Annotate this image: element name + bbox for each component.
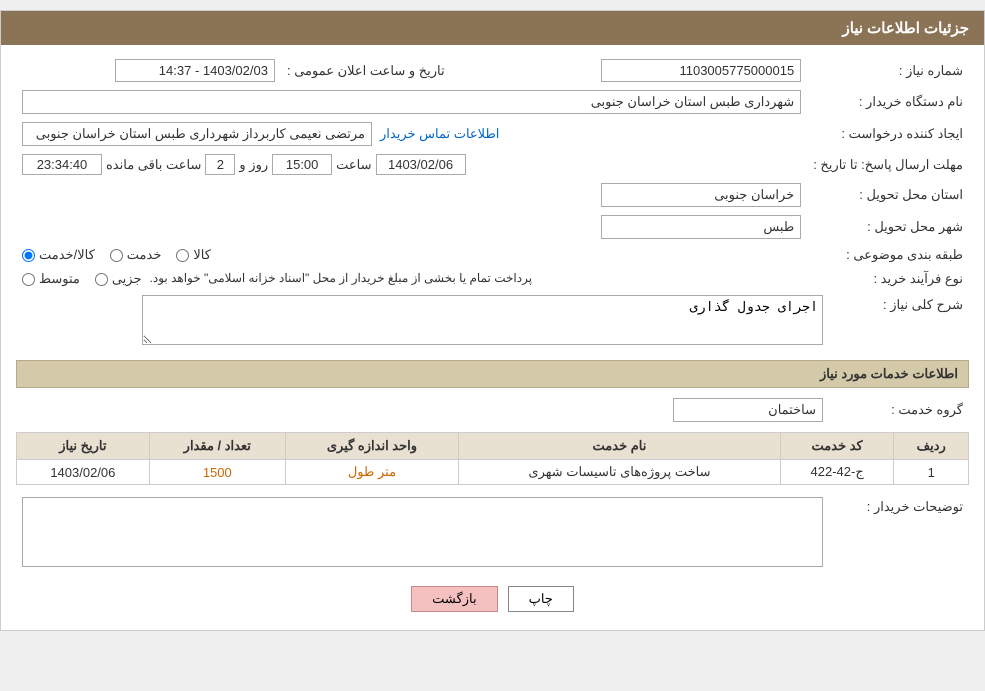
cell-radif: 1 — [894, 460, 969, 485]
rooz-label: روز و — [239, 157, 268, 173]
tosif-table: توضیحات خریدار : — [16, 493, 969, 574]
kala-khedmat-label: کالا/خدمت — [39, 247, 95, 263]
radio-kala[interactable]: کالا — [176, 247, 211, 263]
tarikh-ilan-value: 1403/02/03 - 14:37 — [115, 59, 275, 82]
shahr-cell: طبس — [16, 211, 807, 243]
kala-label: کالا — [193, 247, 211, 263]
ijad-konande-cell: مرتضی نعیمی کاربرداز شهرداری طبس استان خ… — [16, 118, 807, 150]
tosif-cell — [16, 493, 829, 574]
col-kod: کد خدمت — [780, 433, 894, 460]
content-area: شماره نیاز : 1103005775000015 تاریخ و سا… — [1, 45, 984, 630]
gorohe-cell: ساختمان — [16, 394, 829, 426]
shahr-label: شهر محل تحویل : — [807, 211, 969, 243]
shahr-value: طبس — [601, 215, 801, 239]
nooe-farayand-label: نوع فرآیند خرید : — [807, 267, 969, 291]
col-nam: نام خدمت — [459, 433, 781, 460]
jozyi-label: جزیی — [112, 271, 142, 287]
radio-motavasset-input[interactable] — [22, 273, 35, 286]
rooz-value: 2 — [205, 154, 235, 175]
tabaqe-label: طبقه بندی موضوعی : — [807, 243, 969, 267]
sharh-label: شرح کلی نیاز : — [829, 291, 969, 352]
col-radif: ردیف — [894, 433, 969, 460]
etelaat-link[interactable]: اطلاعات تماس خریدار — [380, 126, 499, 142]
page-header: جزئیات اطلاعات نیاز — [1, 11, 984, 45]
table-row: 1ج-42-422ساخت پروژه‌های تاسیسات شهریمتر … — [17, 460, 969, 485]
farayand-warning: پرداخت تمام یا بخشی از مبلغ خریدار از مح… — [150, 271, 533, 285]
radio-jozyi-input[interactable] — [95, 273, 108, 286]
radio-kala-khedmat[interactable]: کالا/خدمت — [22, 247, 95, 263]
baqi-value: 23:34:40 — [22, 154, 102, 175]
sharh-textarea[interactable]: اجرای جدول گذاری — [142, 295, 823, 345]
radio-khedmat[interactable]: خدمت — [110, 247, 162, 263]
nam-dastgah-value: شهرداری طبس استان خراسان جنوبی — [22, 90, 801, 114]
col-tarikh: تاریخ نیاز — [17, 433, 150, 460]
baqi-label: ساعت باقی مانده — [106, 157, 201, 173]
col-vahed: واحد اندازه گیری — [285, 433, 458, 460]
shomara-label: شماره نیاز : — [807, 55, 969, 86]
radio-jozyi[interactable]: جزیی — [95, 271, 142, 287]
ostan-label: استان محل تحویل : — [807, 179, 969, 211]
page-wrapper: جزئیات اطلاعات نیاز شماره نیاز : 1103005… — [0, 10, 985, 631]
tarikh-ilan-label: تاریخ و ساعت اعلان عمومی : — [281, 55, 451, 86]
gorohe-label: گروه خدمت : — [829, 394, 969, 426]
top-info-table: شماره نیاز : 1103005775000015 تاریخ و سا… — [16, 55, 969, 291]
khadamat-section-header: اطلاعات خدمات مورد نیاز — [16, 360, 969, 388]
print-button[interactable]: چاپ — [508, 586, 574, 612]
radio-motavasset[interactable]: متوسط — [22, 271, 80, 287]
sharh-table: شرح کلی نیاز : اجرای جدول گذاری document… — [16, 291, 969, 352]
back-button[interactable]: بازگشت — [411, 586, 497, 612]
tosif-textarea[interactable] — [22, 497, 823, 567]
cell-kod: ج-42-422 — [780, 460, 894, 485]
radio-kala-input[interactable] — [176, 249, 189, 262]
khedmat-label: خدمت — [127, 247, 162, 263]
services-table: ردیف کد خدمت نام خدمت واحد اندازه گیری ت… — [16, 432, 969, 485]
button-row: چاپ بازگشت — [16, 574, 969, 620]
gorohe-table: گروه خدمت : ساختمان — [16, 394, 969, 426]
radio-kala-khedmat-input[interactable] — [22, 249, 35, 262]
nam-dastgah-cell: شهرداری طبس استان خراسان جنوبی — [16, 86, 807, 118]
mohlat-label: مهلت ارسال پاسخ: تا تاریخ : — [807, 150, 969, 179]
sharh-cell: اجرای جدول گذاری document.querySelector(… — [16, 291, 829, 352]
cell-vahed: متر طول — [285, 460, 458, 485]
nam-dastgah-label: نام دستگاه خریدار : — [807, 86, 969, 118]
saat-value: 15:00 — [272, 154, 332, 175]
tabaqe-cell: کالا/خدمت خدمت کالا — [16, 243, 807, 267]
saat-label: ساعت — [336, 157, 371, 173]
shomara-value: 1103005775000015 — [601, 59, 801, 82]
date-value: 1403/02/06 — [376, 154, 466, 175]
ijad-konande-label: ایجاد کننده درخواست : — [807, 118, 969, 150]
ijad-konande-value: مرتضی نعیمی کاربرداز شهرداری طبس استان خ… — [22, 122, 372, 146]
shomara-value-cell: 1103005775000015 — [481, 55, 808, 86]
ostan-value: خراسان جنوبی — [601, 183, 801, 207]
cell-tarikh: 1403/02/06 — [17, 460, 150, 485]
col-tedad: تعداد / مقدار — [149, 433, 285, 460]
motavasset-label: متوسط — [39, 271, 80, 287]
ostan-cell: خراسان جنوبی — [16, 179, 807, 211]
nooe-farayand-cell: متوسط جزیی پرداخت تمام یا بخشی از مبلغ خ… — [16, 267, 807, 291]
tosif-label: توضیحات خریدار : — [829, 493, 969, 574]
cell-tedad: 1500 — [149, 460, 285, 485]
radio-khedmat-input[interactable] — [110, 249, 123, 262]
cell-nam: ساخت پروژه‌های تاسیسات شهری — [459, 460, 781, 485]
tarikh-ilan-value-cell: 1403/02/03 - 14:37 — [16, 55, 281, 86]
page-title: جزئیات اطلاعات نیاز — [843, 20, 970, 37]
gorohe-value: ساختمان — [673, 398, 823, 422]
mohlat-cell: 23:34:40 ساعت باقی مانده 2 روز و 15:00 س… — [16, 150, 807, 179]
